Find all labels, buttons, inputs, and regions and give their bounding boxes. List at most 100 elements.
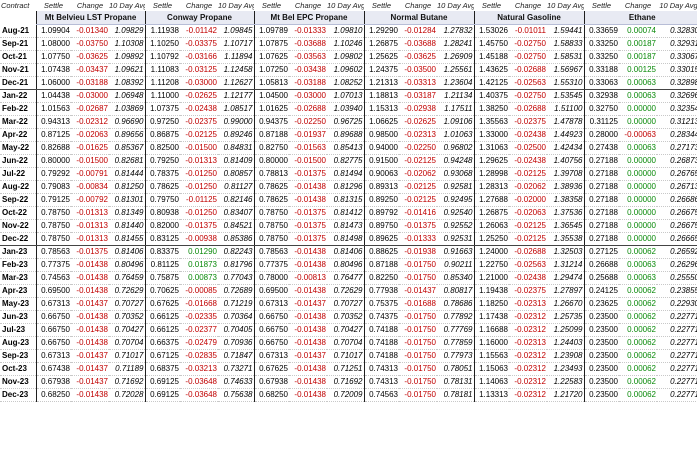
change-cell[interactable]: -0.02377 xyxy=(180,323,218,337)
change-cell[interactable]: -0.02688 xyxy=(289,102,327,116)
avg-cell[interactable]: 1.10246 xyxy=(327,37,364,51)
settle-cell[interactable]: 1.06000 xyxy=(35,76,71,90)
avg-cell[interactable]: 1.09602 xyxy=(327,63,364,77)
avg-cell[interactable]: 0.83407 xyxy=(218,206,254,220)
settle-cell[interactable]: 1.26875 xyxy=(363,37,399,51)
settle-cell[interactable]: 1.18250 xyxy=(473,297,509,311)
change-cell[interactable]: 0.00063 xyxy=(619,141,657,155)
avg-cell[interactable]: 0.80496 xyxy=(109,258,145,272)
avg-cell[interactable]: 1.17511 xyxy=(437,102,474,116)
avg-cell[interactable]: 1.27832 xyxy=(437,24,474,38)
avg-header[interactable]: 10 Day Avg xyxy=(657,0,697,11)
change-cell[interactable]: 0.00062 xyxy=(619,336,657,350)
avg-cell[interactable]: 1.25099 xyxy=(547,323,584,337)
change-cell[interactable]: 0.00074 xyxy=(619,24,657,38)
settle-cell[interactable]: 1.27688 xyxy=(473,193,509,207)
settle-cell[interactable]: 1.07625 xyxy=(253,50,289,64)
settle-cell[interactable]: 0.32938 xyxy=(583,89,619,103)
change-cell[interactable]: -0.02250 xyxy=(289,115,327,129)
contract-cell[interactable]: Aug-23 xyxy=(0,336,36,350)
contract-cell[interactable]: Sep-21 xyxy=(0,37,36,51)
change-cell[interactable]: -0.02312 xyxy=(509,362,547,376)
settle-cell[interactable]: 0.23500 xyxy=(583,310,619,324)
avg-cell[interactable]: 0.73271 xyxy=(218,362,254,376)
change-cell[interactable]: -0.02312 xyxy=(509,323,547,337)
avg-cell[interactable]: 0.81440 xyxy=(109,219,145,233)
settle-cell[interactable]: 1.01625 xyxy=(253,102,289,116)
settle-cell[interactable]: 0.67313 xyxy=(253,297,289,311)
settle-cell[interactable]: 0.27188 xyxy=(583,219,619,233)
settle-cell[interactable]: 0.83125 xyxy=(144,232,180,246)
settle-cell[interactable]: 0.68250 xyxy=(253,388,289,402)
avg-cell[interactable]: 0.71251 xyxy=(327,362,364,376)
change-cell[interactable]: -0.01438 xyxy=(71,310,109,324)
change-cell[interactable]: -0.02312 xyxy=(509,349,547,363)
avg-cell[interactable]: 0.82146 xyxy=(218,193,254,207)
change-cell[interactable]: -0.00813 xyxy=(289,271,327,285)
settle-cell[interactable]: 0.87188 xyxy=(363,258,399,272)
avg-cell[interactable]: 0.96802 xyxy=(437,141,474,155)
change-cell[interactable]: -0.03750 xyxy=(71,37,109,51)
contract-cell[interactable]: Mar-22 xyxy=(0,115,36,129)
settle-cell[interactable]: 0.66750 xyxy=(253,310,289,324)
avg-cell[interactable]: 0.70727 xyxy=(327,297,364,311)
change-cell[interactable]: -0.01333 xyxy=(289,24,327,38)
change-header[interactable]: Change xyxy=(180,0,218,11)
avg-cell[interactable]: 0.31213 xyxy=(657,115,697,129)
change-cell[interactable]: -0.02375 xyxy=(509,284,547,298)
avg-cell[interactable]: 0.89656 xyxy=(109,128,145,142)
change-cell[interactable]: -0.01750 xyxy=(399,349,437,363)
change-cell[interactable]: -0.02312 xyxy=(509,388,547,402)
settle-cell[interactable]: 0.27188 xyxy=(583,232,619,246)
change-cell[interactable]: -0.01750 xyxy=(399,323,437,337)
avg-cell[interactable]: 0.70427 xyxy=(109,323,145,337)
settle-cell[interactable]: 0.82250 xyxy=(363,271,399,285)
settle-cell[interactable]: 0.78563 xyxy=(253,245,289,259)
avg-cell[interactable]: 0.81444 xyxy=(109,167,145,181)
change-cell[interactable]: -0.01438 xyxy=(289,245,327,259)
avg-cell[interactable]: 0.70364 xyxy=(218,310,254,324)
change-cell[interactable]: -0.01668 xyxy=(180,297,218,311)
avg-cell[interactable]: 0.28344 xyxy=(657,128,697,142)
change-cell[interactable]: 0.00000 xyxy=(619,154,657,168)
settle-cell[interactable]: 0.79292 xyxy=(35,167,71,181)
settle-cell[interactable]: 1.07250 xyxy=(253,63,289,77)
settle-cell[interactable]: 0.94313 xyxy=(35,115,71,129)
settle-cell[interactable]: 0.78750 xyxy=(253,206,289,220)
change-cell[interactable]: -0.01937 xyxy=(289,128,327,142)
avg-cell[interactable]: 0.72629 xyxy=(327,284,364,298)
avg-cell[interactable]: 0.22930 xyxy=(657,297,697,311)
change-cell[interactable]: -0.01750 xyxy=(399,336,437,350)
avg-cell[interactable]: 0.78181 xyxy=(437,388,474,402)
avg-cell[interactable]: 1.09829 xyxy=(109,24,145,38)
settle-cell[interactable]: 1.29290 xyxy=(363,24,399,38)
change-cell[interactable]: 0.00062 xyxy=(619,245,657,259)
avg-cell[interactable]: 1.47878 xyxy=(547,115,584,129)
settle-header[interactable]: Settle xyxy=(584,0,619,11)
avg-cell[interactable]: 1.29474 xyxy=(547,271,584,285)
settle-cell[interactable]: 0.68250 xyxy=(35,388,71,402)
settle-cell[interactable]: 1.06625 xyxy=(363,115,399,129)
contract-cell[interactable]: Nov-21 xyxy=(0,63,36,77)
contract-header[interactable]: Contract xyxy=(0,0,36,11)
change-cell[interactable]: -0.03648 xyxy=(180,375,218,389)
settle-cell[interactable]: 1.18813 xyxy=(363,89,399,103)
avg-cell[interactable]: 0.27173 xyxy=(657,141,697,155)
settle-cell[interactable]: 1.21313 xyxy=(363,76,399,90)
change-cell[interactable]: -0.01250 xyxy=(180,180,218,194)
avg-cell[interactable]: 0.80817 xyxy=(437,284,474,298)
avg-cell[interactable]: 1.09845 xyxy=(218,24,254,38)
avg-cell[interactable]: 1.28241 xyxy=(437,37,474,51)
avg-cell[interactable]: 0.77859 xyxy=(437,336,474,350)
avg-cell[interactable]: 0.92495 xyxy=(437,193,474,207)
change-cell[interactable]: -0.01438 xyxy=(71,284,109,298)
avg-cell[interactable]: 0.32830 xyxy=(657,24,697,38)
avg-cell[interactable]: 1.53545 xyxy=(547,89,584,103)
settle-cell[interactable]: 1.07875 xyxy=(253,37,289,51)
change-cell[interactable]: -0.02500 xyxy=(509,141,547,155)
settle-cell[interactable]: 0.77938 xyxy=(363,284,399,298)
settle-cell[interactable]: 0.23500 xyxy=(583,362,619,376)
change-cell[interactable]: -0.01375 xyxy=(71,245,109,259)
avg-cell[interactable]: 0.78131 xyxy=(437,375,474,389)
change-cell[interactable]: -0.02375 xyxy=(509,115,547,129)
